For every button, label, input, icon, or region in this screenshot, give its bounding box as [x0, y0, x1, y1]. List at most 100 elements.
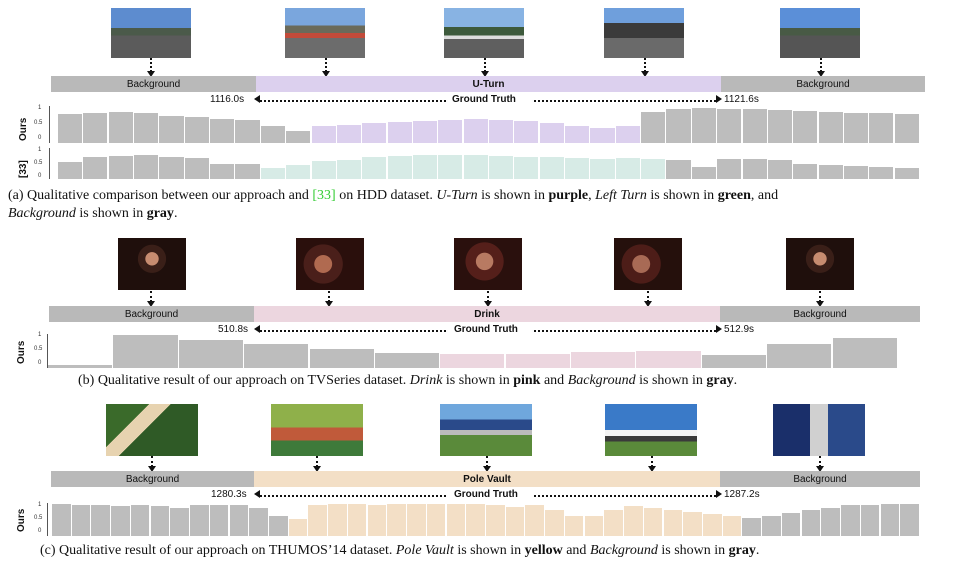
- score-bar: [463, 119, 488, 143]
- score-bars-baseline: [58, 148, 920, 179]
- score-bar: [58, 161, 83, 179]
- video-frame-1: [118, 238, 186, 290]
- score-bar: [486, 504, 505, 536]
- video-frame-5: [773, 404, 865, 456]
- row-label-ours: Ours: [16, 340, 27, 364]
- right-arrowhead: [716, 325, 722, 333]
- score-bar: [717, 158, 742, 179]
- y-tick: 1: [38, 147, 42, 153]
- score-bar: [514, 121, 539, 143]
- score-bar: [832, 338, 897, 368]
- caption-text: on HDD dataset.: [335, 188, 437, 203]
- segment-pole-vault: Pole Vault: [254, 471, 720, 487]
- score-bar: [818, 165, 843, 179]
- score-bar: [505, 354, 570, 368]
- score-bar: [387, 504, 406, 536]
- caption-text: .: [173, 206, 178, 221]
- video-frame-2: [285, 8, 365, 58]
- y-axis: [49, 148, 50, 179]
- score-bar: [108, 156, 133, 179]
- segment-background: Background: [49, 306, 254, 322]
- score-bar: [615, 157, 640, 179]
- score-bar: [584, 515, 604, 536]
- score-bar: [505, 506, 525, 536]
- score-bar: [91, 505, 110, 536]
- score-bar: [336, 124, 362, 143]
- caption-text: , and: [750, 188, 779, 203]
- frame-arrow: [147, 291, 155, 307]
- score-bar: [438, 120, 463, 143]
- score-bar: [641, 158, 666, 179]
- score-bar: [159, 116, 184, 143]
- segment-label: Background: [793, 308, 847, 320]
- y-axis: [47, 503, 48, 536]
- score-bar: [249, 507, 268, 536]
- y-tick: 0.5: [34, 515, 43, 521]
- caption-color: yellow: [524, 543, 563, 558]
- gt-end-time: 1121.6s: [724, 94, 759, 105]
- score-bar: [412, 120, 438, 143]
- segment-label: Background: [793, 473, 847, 485]
- frame-arrow: [325, 291, 333, 307]
- score-bar: [426, 503, 446, 536]
- score-bar: [229, 504, 249, 536]
- score-bar: [260, 125, 285, 143]
- caption-text: (c) Qualitative result of our approach o…: [40, 543, 396, 558]
- segment-drink: Drink: [254, 306, 720, 322]
- score-bar: [111, 505, 130, 536]
- caption-text: is shown in: [646, 188, 718, 203]
- segment-background: Background: [51, 76, 256, 92]
- score-bar: [362, 122, 387, 143]
- video-frame-2: [296, 238, 364, 290]
- score-bar: [235, 119, 260, 143]
- score-bar: [880, 503, 900, 536]
- video-frame-3: [454, 238, 522, 290]
- gt-title: Ground Truth: [452, 94, 516, 105]
- caption-color: purple: [548, 188, 589, 203]
- score-bar: [328, 503, 347, 536]
- score-bar: [793, 163, 818, 179]
- score-bar: [244, 344, 309, 368]
- score-bar: [590, 158, 615, 179]
- dotted-line: [260, 495, 446, 497]
- score-bar: [309, 349, 374, 368]
- score-bar: [900, 503, 919, 536]
- score-bar: [801, 510, 821, 536]
- caption-color: green: [717, 188, 751, 203]
- score-bar: [742, 109, 767, 143]
- caption-color: gray: [728, 543, 756, 558]
- score-bar: [539, 157, 564, 179]
- y-tick: 0: [38, 135, 42, 141]
- score-bar: [387, 156, 412, 179]
- y-tick: 0: [38, 173, 42, 179]
- frame-arrow: [147, 58, 155, 77]
- caption-color: gray: [706, 373, 734, 388]
- score-bar: [717, 108, 742, 143]
- score-bar: [52, 504, 71, 536]
- score-bar: [821, 507, 840, 536]
- caption-b: (b) Qualitative result of our approach o…: [78, 372, 948, 390]
- frame-arrow: [816, 291, 824, 307]
- score-bar: [48, 364, 113, 368]
- score-bars-ours: [52, 503, 920, 536]
- segment-label: Background: [126, 78, 181, 90]
- score-bar: [235, 164, 260, 179]
- frame-arrow: [641, 58, 649, 77]
- caption-text: and: [540, 373, 568, 388]
- segment-background: Background: [51, 471, 254, 487]
- score-bar: [841, 505, 860, 536]
- caption-text: is shown in: [453, 543, 525, 558]
- score-bar: [703, 514, 722, 536]
- segment-label: Drink: [474, 308, 500, 320]
- row-label-baseline: [33]: [18, 160, 29, 178]
- score-bar: [190, 505, 209, 536]
- dotted-line: [260, 330, 446, 332]
- segment-background: Background: [721, 76, 925, 92]
- segment-label: U-Turn: [472, 78, 505, 90]
- frame-arrow: [484, 291, 492, 307]
- score-bar: [843, 112, 869, 143]
- score-bar: [742, 517, 761, 536]
- score-bar: [466, 504, 485, 536]
- citation-link[interactable]: [33]: [312, 188, 335, 203]
- score-bar: [108, 111, 133, 143]
